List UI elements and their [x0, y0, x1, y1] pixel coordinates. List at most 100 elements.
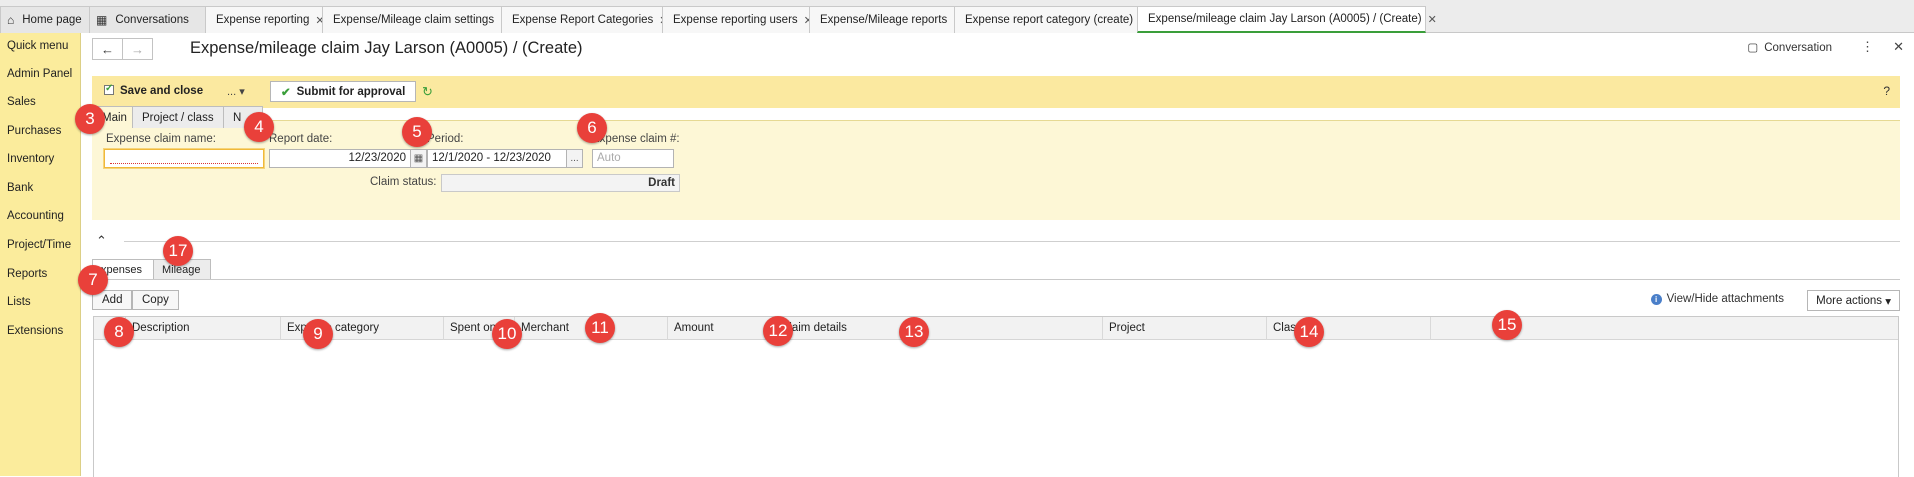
- tab-conversations[interactable]: ▦ Conversations: [89, 6, 206, 33]
- col-class[interactable]: Class: [1267, 317, 1431, 340]
- back-button[interactable]: ←: [92, 38, 123, 60]
- menu-item-quick-menu[interactable]: Quick menu: [7, 40, 68, 52]
- tab-label: Conversations: [115, 14, 189, 26]
- marker-6: 6: [577, 113, 607, 143]
- col-project[interactable]: Project: [1103, 317, 1267, 340]
- marker-11: 11: [585, 313, 615, 343]
- marker-8: 8: [104, 317, 134, 347]
- claim-status-label: Claim status:: [370, 176, 437, 188]
- marker-4: 4: [244, 112, 274, 142]
- period-picker-button[interactable]: ...: [566, 149, 583, 168]
- tab-home[interactable]: ⌂ Home page: [0, 6, 90, 33]
- tab-label: Expense/Mileage claim settings: [333, 14, 495, 26]
- refresh-icon[interactable]: ↻: [422, 84, 433, 100]
- more-actions-label: More actions: [1816, 294, 1883, 307]
- grid-header: Description Expense category Spent on Me…: [94, 317, 1898, 340]
- marker-5: 5: [402, 117, 432, 147]
- view-hide-attachments-link[interactable]: i View/Hide attachments: [1650, 293, 1784, 305]
- tab-expense-reporting[interactable]: Expense reporting ✕: [205, 6, 325, 33]
- forward-button[interactable]: →: [122, 38, 153, 60]
- tab-label: Expense report category (create): [965, 14, 1134, 26]
- marker-15: 15: [1492, 310, 1522, 340]
- menu-item-bank[interactable]: Bank: [7, 182, 33, 194]
- more-actions-button[interactable]: More actions ▾: [1807, 290, 1900, 311]
- tab-label: Home page: [22, 14, 82, 26]
- period-label: Period:: [427, 133, 464, 145]
- more-menu-icon[interactable]: ⋮: [1861, 39, 1874, 55]
- claim-status-value: Draft: [441, 174, 680, 192]
- calendar-icon[interactable]: ▦: [410, 149, 427, 168]
- tab-label: Expense Report Categories: [512, 14, 654, 26]
- tab-label: Expense reporting users: [673, 14, 798, 26]
- left-menu: Quick menu Admin Panel Sales Purchases I…: [0, 33, 81, 476]
- close-icon[interactable]: ✕: [1428, 13, 1437, 26]
- menu-item-extensions[interactable]: Extensions: [7, 325, 63, 337]
- caret-down-icon: ▾: [239, 86, 245, 98]
- page-title: Expense/mileage claim Jay Larson (A0005)…: [190, 39, 583, 57]
- tab-label: Expense/mileage claim Jay Larson (A0005)…: [1148, 13, 1422, 25]
- col-description[interactable]: Description: [126, 317, 281, 340]
- marker-14: 14: [1294, 317, 1324, 347]
- col-claim-details[interactable]: Claim details: [775, 317, 1103, 340]
- tab-claim-settings[interactable]: Expense/Mileage claim settings✕: [322, 6, 509, 33]
- menu-item-sales[interactable]: Sales: [7, 96, 36, 108]
- more-label: ...: [227, 86, 237, 98]
- save-and-close-button[interactable]: Save and close: [104, 83, 204, 97]
- tab-report-categories[interactable]: Expense Report Categories✕: [501, 6, 669, 33]
- tab-category-create[interactable]: Expense report category (create)✕: [954, 6, 1148, 33]
- menu-item-admin-panel[interactable]: Admin Panel: [7, 68, 72, 80]
- period-input[interactable]: 12/1/2020 - 12/23/2020: [427, 149, 567, 168]
- copy-button[interactable]: Copy: [132, 290, 179, 310]
- marker-17: 17: [163, 236, 193, 266]
- tab-label: Expense reporting: [216, 14, 310, 26]
- submit-for-approval-button[interactable]: ✔ Submit for approval: [270, 81, 417, 102]
- marker-10: 10: [492, 319, 522, 349]
- submit-label: Submit for approval: [296, 85, 406, 98]
- menu-item-accounting[interactable]: Accounting: [7, 210, 64, 222]
- menu-item-reports[interactable]: Reports: [7, 268, 47, 280]
- tab-mileage-reports[interactable]: Expense/Mileage reports✕: [809, 6, 962, 33]
- arrow-right-icon: →: [131, 41, 144, 57]
- claim-number-input[interactable]: Auto: [592, 149, 674, 168]
- caret-down-icon: ▾: [1885, 295, 1891, 308]
- info-icon: i: [1650, 293, 1662, 305]
- save-close-label: Save and close: [120, 85, 204, 97]
- expenses-panel: Add Copy i View/Hide attachments More act…: [92, 279, 1900, 477]
- more-dropdown[interactable]: ... ▾: [227, 85, 245, 98]
- marker-3: 3: [75, 104, 105, 134]
- expenses-grid: Description Expense category Spent on Me…: [93, 316, 1899, 477]
- tab-label: Expense/Mileage reports: [820, 14, 948, 26]
- tab-project-class[interactable]: Project / class: [132, 106, 224, 128]
- marker-9: 9: [303, 319, 333, 349]
- report-date-label: Report date:: [269, 133, 333, 145]
- chat-icon: ▦: [96, 13, 108, 27]
- close-form-icon[interactable]: ✕: [1893, 39, 1904, 55]
- help-icon[interactable]: ?: [1883, 84, 1890, 98]
- report-date-input[interactable]: 12/23/2020: [269, 149, 411, 168]
- tab-bar: ⌂ Home page ▦ Conversations Expense repo…: [0, 0, 1914, 33]
- arrow-left-icon: ←: [101, 41, 114, 57]
- tab-reporting-users[interactable]: Expense reporting users✕: [662, 6, 813, 33]
- form-toolbar: Save and close ... ▾ ✔ Submit for approva…: [92, 76, 1900, 108]
- section-divider: [124, 241, 1900, 242]
- claim-name-input[interactable]: [104, 149, 264, 168]
- collapse-chevron-icon[interactable]: ⌃: [96, 233, 107, 249]
- tab-claim-create[interactable]: Expense/mileage claim Jay Larson (A0005)…: [1137, 6, 1437, 33]
- main-area: ← → Expense/mileage claim Jay Larson (A0…: [82, 33, 1914, 477]
- home-icon: ⌂: [7, 13, 15, 27]
- marker-13: 13: [899, 317, 929, 347]
- conversation-label: Conversation: [1764, 42, 1832, 54]
- conversation-button[interactable]: ▢ Conversation: [1747, 40, 1832, 54]
- marker-7: 7: [78, 265, 108, 295]
- marker-12: 12: [763, 316, 793, 346]
- check-icon: ✔: [281, 86, 291, 99]
- claim-name-label: Expense claim name:: [106, 133, 216, 145]
- required-underline: [110, 163, 258, 164]
- menu-item-project-time[interactable]: Project/Time: [7, 239, 71, 251]
- menu-item-inventory[interactable]: Inventory: [7, 153, 54, 165]
- menu-item-purchases[interactable]: Purchases: [7, 125, 61, 137]
- col-amount[interactable]: Amount: [668, 317, 775, 340]
- checkbox-icon: [104, 83, 114, 95]
- header-form: Main Project / class N Expense claim nam…: [92, 106, 1900, 220]
- menu-item-lists[interactable]: Lists: [7, 296, 31, 308]
